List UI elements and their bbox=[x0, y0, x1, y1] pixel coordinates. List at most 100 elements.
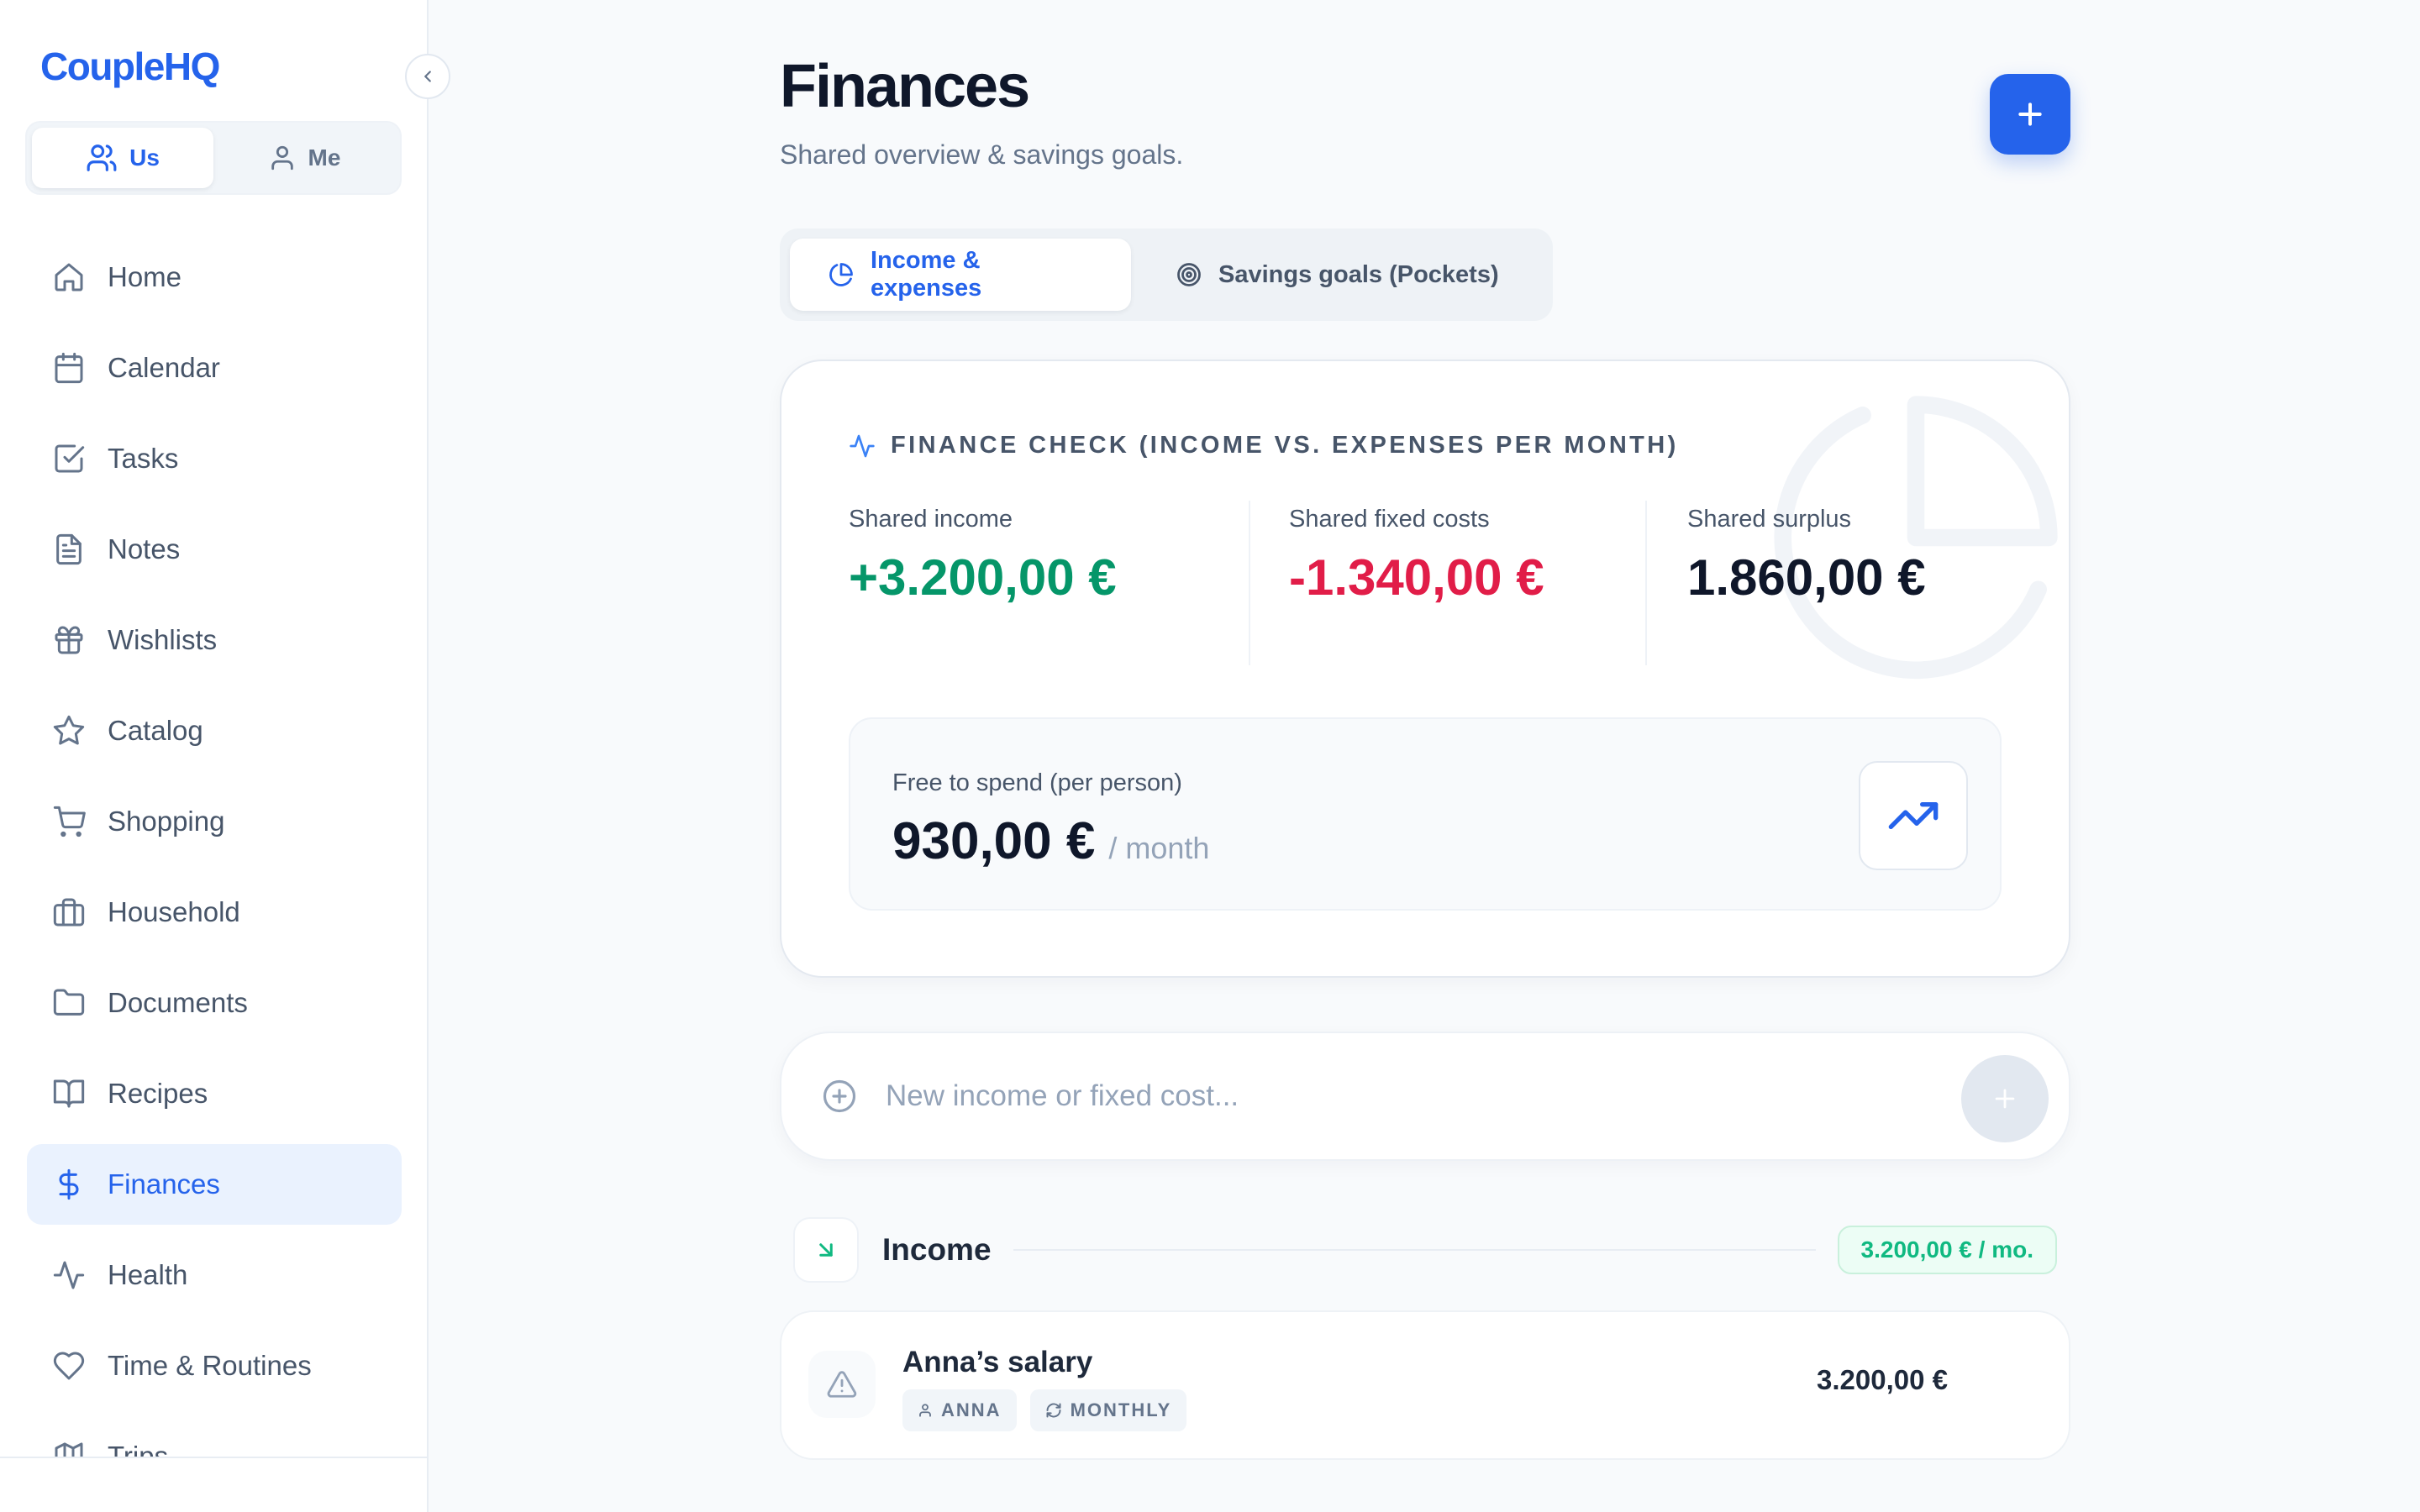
tab-income-expenses[interactable]: Income & expenses bbox=[790, 239, 1131, 311]
free-to-spend-value: 930,00 € bbox=[892, 812, 1096, 870]
pie-chart-icon bbox=[829, 262, 854, 287]
sidebar-item-time-routines[interactable]: Time & Routines bbox=[27, 1326, 402, 1406]
activity-icon bbox=[849, 433, 876, 459]
stat-divider bbox=[1645, 501, 1647, 665]
target-icon bbox=[1176, 262, 1202, 287]
sidebar-item-label: Recipes bbox=[108, 1078, 208, 1109]
sidebar-item-label: Finances bbox=[108, 1168, 220, 1200]
sidebar-item-calendar[interactable]: Calendar bbox=[27, 328, 402, 408]
users-icon bbox=[86, 142, 118, 174]
person-tag: ANNA bbox=[902, 1389, 1017, 1431]
app-logo[interactable]: CoupleHQ bbox=[40, 44, 220, 89]
sidebar-item-label: Catalog bbox=[108, 715, 203, 746]
page-title: Finances bbox=[780, 53, 1030, 120]
list-item-title: Anna’s salary bbox=[902, 1346, 1093, 1378]
star-icon bbox=[52, 714, 86, 748]
shared-income-value: +3.200,00 € bbox=[849, 549, 1117, 606]
sidebar-item-wishlists[interactable]: Wishlists bbox=[27, 600, 402, 680]
shared-fixed-costs-label: Shared fixed costs bbox=[1289, 506, 1490, 533]
sidebar-item-shopping[interactable]: Shopping bbox=[27, 781, 402, 862]
tab-label: Savings goals (Pockets) bbox=[1218, 260, 1499, 288]
mode-us-label: Us bbox=[129, 144, 160, 171]
stat-divider bbox=[1249, 501, 1250, 665]
shared-income-stat: Shared income +3.200,00 € bbox=[849, 506, 1235, 607]
income-section-title: Income bbox=[882, 1232, 992, 1267]
arrow-down-right-icon bbox=[793, 1217, 859, 1283]
user-icon bbox=[268, 144, 297, 172]
shared-surplus-value: 1.860,00 € bbox=[1687, 549, 1926, 606]
user-icon bbox=[918, 1403, 933, 1418]
alert-triangle-icon bbox=[808, 1351, 876, 1418]
chevron-left-icon bbox=[418, 67, 437, 86]
tab-savings-goals[interactable]: Savings goals (Pockets) bbox=[1138, 239, 1538, 311]
sidebar-footer bbox=[0, 1457, 427, 1512]
sidebar-item-documents[interactable]: Documents bbox=[27, 963, 402, 1043]
folder-icon bbox=[52, 986, 86, 1020]
income-section-header: Income 3.200,00 € / mo. bbox=[793, 1215, 2057, 1285]
home-icon bbox=[52, 260, 86, 294]
free-to-spend-label: Free to spend (per person) bbox=[892, 769, 1182, 796]
sidebar-item-label: Documents bbox=[108, 987, 248, 1018]
finance-check-heading: FINANCE CHECK (INCOME VS. EXPENSES PER M… bbox=[849, 432, 1679, 459]
page-subtitle: Shared overview & savings goals. bbox=[780, 139, 1184, 170]
sidebar: CoupleHQ Us Me Home Calendar Tasks Notes… bbox=[0, 0, 429, 1512]
plus-icon bbox=[2013, 97, 2047, 131]
cart-icon bbox=[52, 805, 86, 838]
sidebar-item-notes[interactable]: Notes bbox=[27, 509, 402, 590]
sidebar-item-catalog[interactable]: Catalog bbox=[27, 690, 402, 771]
sidebar-item-label: Notes bbox=[108, 533, 181, 564]
heart-icon bbox=[52, 1349, 86, 1383]
shared-income-label: Shared income bbox=[849, 506, 1013, 533]
free-to-spend-amount: 930,00 € / month bbox=[892, 811, 1209, 871]
income-total-badge: 3.200,00 € / mo. bbox=[1837, 1226, 2057, 1274]
shared-fixed-costs-value: -1.340,00 € bbox=[1289, 549, 1544, 606]
book-icon bbox=[52, 1077, 86, 1110]
list-item[interactable]: Anna’s salary ANNA MONTHLY 3.200,00 € bbox=[780, 1310, 2070, 1460]
sidebar-item-label: Health bbox=[108, 1259, 188, 1290]
calendar-icon bbox=[52, 351, 86, 385]
sidebar-item-label: Wishlists bbox=[108, 624, 218, 655]
mode-me-label: Me bbox=[308, 144, 341, 171]
finance-check-label: FINANCE CHECK (INCOME VS. EXPENSES PER M… bbox=[891, 432, 1679, 459]
free-to-spend-box: Free to spend (per person) 930,00 € / mo… bbox=[849, 717, 2002, 911]
plus-icon bbox=[1991, 1084, 2019, 1113]
quick-add-bar: New income or fixed cost... bbox=[780, 1032, 2070, 1161]
quick-add-input[interactable]: New income or fixed cost... bbox=[886, 1079, 1239, 1113]
refresh-icon bbox=[1045, 1402, 1062, 1419]
sidebar-item-finances[interactable]: Finances bbox=[27, 1144, 402, 1225]
free-to-spend-unit: / month bbox=[1108, 831, 1210, 865]
sidebar-item-household[interactable]: Household bbox=[27, 872, 402, 953]
frequency-tag-label: MONTHLY bbox=[1070, 1399, 1172, 1420]
finance-check-card: FINANCE CHECK (INCOME VS. EXPENSES PER M… bbox=[780, 360, 2070, 978]
add-entry-button[interactable] bbox=[1990, 74, 2070, 155]
person-tag-label: ANNA bbox=[941, 1399, 1002, 1420]
mode-us-button[interactable]: Us bbox=[32, 128, 213, 188]
sidebar-item-label: Home bbox=[108, 261, 182, 292]
list-item-amount: 3.200,00 € bbox=[1817, 1364, 1948, 1395]
dollar-icon bbox=[52, 1168, 86, 1201]
mode-switch: Us Me bbox=[25, 121, 402, 195]
sidebar-item-label: Tasks bbox=[108, 443, 179, 474]
sidebar-nav: Home Calendar Tasks Notes Wishlists Cata… bbox=[27, 237, 402, 1507]
finance-tabs: Income & expenses Savings goals (Pockets… bbox=[780, 228, 1553, 321]
mode-me-button[interactable]: Me bbox=[213, 128, 395, 188]
list-item-tags: ANNA MONTHLY bbox=[902, 1389, 1187, 1431]
sidebar-item-label: Calendar bbox=[108, 352, 220, 383]
sidebar-item-health[interactable]: Health bbox=[27, 1235, 402, 1315]
sidebar-item-home[interactable]: Home bbox=[27, 237, 402, 318]
trend-button[interactable] bbox=[1859, 761, 1968, 870]
section-divider bbox=[1013, 1249, 1816, 1251]
check-square-icon bbox=[52, 442, 86, 475]
collapse-sidebar-button[interactable] bbox=[405, 54, 450, 99]
shared-surplus-label: Shared surplus bbox=[1687, 506, 1852, 533]
sidebar-item-label: Shopping bbox=[108, 806, 225, 837]
quick-add-submit-button[interactable] bbox=[1961, 1055, 2049, 1142]
file-text-icon bbox=[52, 533, 86, 566]
sidebar-item-label: Time & Routines bbox=[108, 1350, 312, 1381]
shared-fixed-costs-stat: Shared fixed costs -1.340,00 € bbox=[1289, 506, 1625, 607]
shared-surplus-stat: Shared surplus 1.860,00 € bbox=[1687, 506, 2040, 607]
sidebar-item-tasks[interactable]: Tasks bbox=[27, 418, 402, 499]
activity-icon bbox=[52, 1258, 86, 1292]
sidebar-item-recipes[interactable]: Recipes bbox=[27, 1053, 402, 1134]
gift-icon bbox=[52, 623, 86, 657]
